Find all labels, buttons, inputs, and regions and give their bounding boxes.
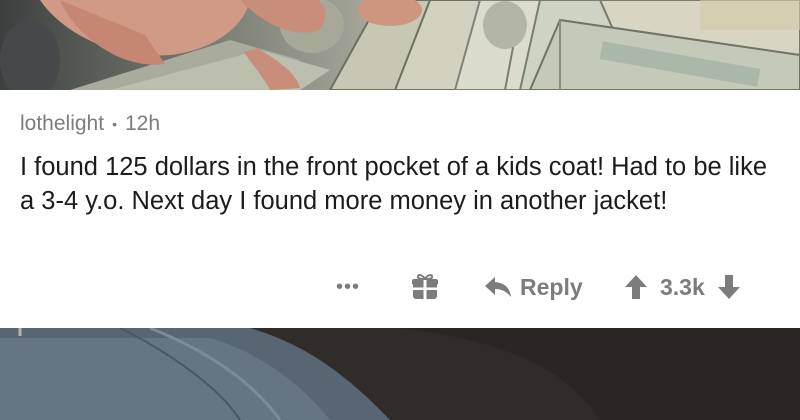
reply-arrow-icon [485, 277, 511, 297]
comment-meta: lothelight • 12h [20, 112, 160, 136]
more-options-button[interactable]: ••• [333, 272, 363, 302]
comment-age: 12h [124, 112, 161, 135]
ellipsis-icon: ••• [335, 275, 360, 298]
award-button[interactable] [409, 271, 441, 303]
jeans-photo [0, 328, 800, 420]
money-photo-illustration [0, 0, 800, 90]
jeans-photo-illustration [0, 328, 800, 420]
money-photo [0, 0, 800, 90]
vote-controls: 3.3k [624, 270, 741, 304]
upvote-arrow-icon[interactable] [624, 274, 648, 300]
vote-score: 3.3k [660, 273, 705, 300]
comment-actions: ••• Reply 3.3k [0, 270, 800, 304]
comment-card: lothelight • 12h I found 125 dollars in … [0, 90, 800, 328]
reply-label: Reply [520, 273, 583, 300]
meta-separator: • [112, 116, 117, 132]
comment-body: I found 125 dollars in the front pocket … [20, 153, 768, 215]
downvote-arrow-icon[interactable] [717, 274, 741, 300]
gift-icon [412, 274, 438, 299]
reply-button[interactable]: Reply [484, 270, 583, 304]
username[interactable]: lothelight [20, 112, 104, 136]
